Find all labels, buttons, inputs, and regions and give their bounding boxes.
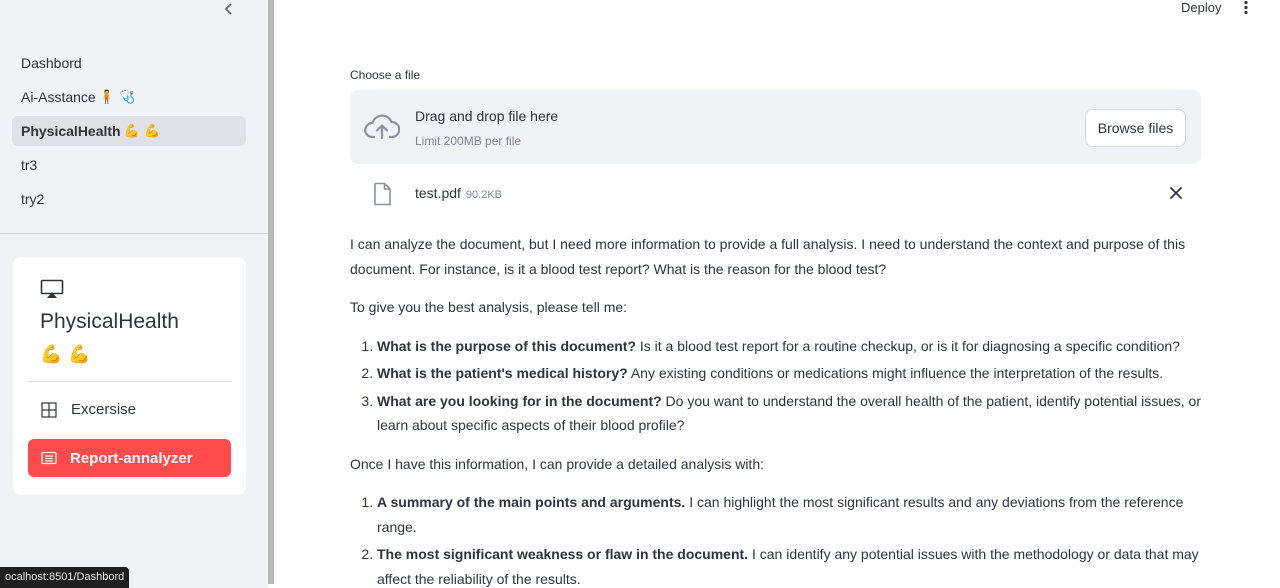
menu-title: PhysicalHealth	[40, 310, 179, 333]
sidebar-divider	[0, 233, 268, 234]
close-icon[interactable]	[1168, 185, 1184, 201]
list-item-bold: A summary of the main points and argumen…	[377, 494, 686, 510]
menu-item-label: Report-annalyzer	[70, 449, 193, 467]
uploaded-file-name: test.pdf 90.2KB	[415, 185, 502, 201]
list-item-bold: What are you looking for in the document…	[377, 392, 662, 409]
list-item-text: Any existing conditions or medications m…	[627, 365, 1164, 381]
file-name-text: test.pdf	[415, 185, 461, 201]
browse-files-button[interactable]: Browse files	[1085, 109, 1186, 147]
menu-divider	[28, 381, 231, 382]
sidebar-item-physicalhealth[interactable]: PhysicalHealth 💪 💪	[12, 116, 246, 146]
list-item: A summary of the main points and argumen…	[377, 490, 1202, 539]
list-item: What is the purpose of this document? Is…	[377, 334, 1202, 359]
sidebar-item-emoji: 🧍 🩺	[98, 89, 136, 105]
list-item: What is the patient's medical history? A…	[377, 361, 1202, 386]
main-menu-icon[interactable]	[1239, 0, 1253, 16]
list-item-bold: What is the purpose of this document?	[377, 337, 636, 354]
dropzone-limit: Limit 200MB per file	[415, 134, 522, 148]
menu-item-label: Excersise	[71, 401, 137, 418]
sidebar-item-ai-asstance[interactable]: Ai-Asstance 🧍 🩺	[12, 82, 246, 112]
menu-item-excersise[interactable]: Excersise	[41, 401, 136, 418]
menu-item-report-annalyzer[interactable]: Report-annalyzer	[28, 439, 231, 477]
list-item: What are you looking for in the document…	[377, 389, 1202, 438]
response-prompt: To give you the best analysis, please te…	[350, 299, 628, 315]
questions-list: What is the purpose of this document? Is…	[377, 334, 1202, 438]
response-intro: I can analyze the document, but I need m…	[350, 236, 1186, 277]
option-menu-card: PhysicalHealth 💪 💪 Excersise Report-anna…	[13, 257, 246, 495]
list-item-bold: What is the patient's medical history?	[377, 365, 628, 381]
sidebar-item-tr3[interactable]: tr3	[12, 150, 246, 180]
file-icon	[374, 182, 391, 206]
sidebar-item-try2[interactable]: try2	[12, 184, 246, 214]
cloud-upload-icon	[364, 114, 400, 140]
sidebar: Dashbord Ai-Asstance 🧍 🩺 PhysicalHealth …	[0, 0, 268, 588]
list-item-bold: The most significant weakness or flaw in…	[377, 546, 749, 562]
list-item-text: Is it a blood test report for a routine …	[636, 337, 1180, 354]
sidebar-item-label: PhysicalHealth	[21, 123, 121, 139]
analysis-response: I can analyze the document, but I need m…	[350, 232, 1202, 588]
analysis-list: A summary of the main points and argumen…	[377, 490, 1202, 588]
file-dropzone[interactable]: Drag and drop file here Limit 200MB per …	[350, 90, 1201, 164]
sidebar-resize-handle[interactable]	[268, 0, 274, 584]
file-uploader-label: Choose a file	[350, 68, 421, 82]
collapse-sidebar-button[interactable]	[220, 0, 238, 18]
chevron-left-icon	[224, 3, 232, 15]
list-item: The most significant weakness or flaw in…	[377, 542, 1202, 588]
sidebar-item-emoji: 💪 💪	[123, 123, 161, 139]
status-bar-url: ocalhost:8501/Dashbord	[0, 567, 130, 588]
document-list-icon	[41, 451, 57, 465]
sidebar-item-dashbord[interactable]: Dashbord	[12, 48, 246, 78]
dropzone-title: Drag and drop file here	[415, 108, 559, 124]
cast-icon	[40, 279, 64, 298]
sidebar-item-label: Dashbord	[21, 55, 82, 71]
uploaded-file-row: test.pdf 90.2KB	[350, 178, 1201, 210]
file-size: 90.2KB	[465, 189, 503, 201]
sidebar-item-label: tr3	[21, 157, 38, 173]
menu-title-emoji: 💪 💪	[40, 344, 91, 365]
response-followup: Once I have this information, I can prov…	[350, 455, 764, 472]
deploy-button[interactable]: Deploy	[1181, 0, 1221, 15]
grid-icon	[41, 401, 57, 418]
sidebar-item-label: Ai-Asstance	[21, 89, 96, 105]
sidebar-item-label: try2	[21, 191, 45, 207]
sidebar-nav: Dashbord Ai-Asstance 🧍 🩺 PhysicalHealth …	[12, 48, 246, 218]
